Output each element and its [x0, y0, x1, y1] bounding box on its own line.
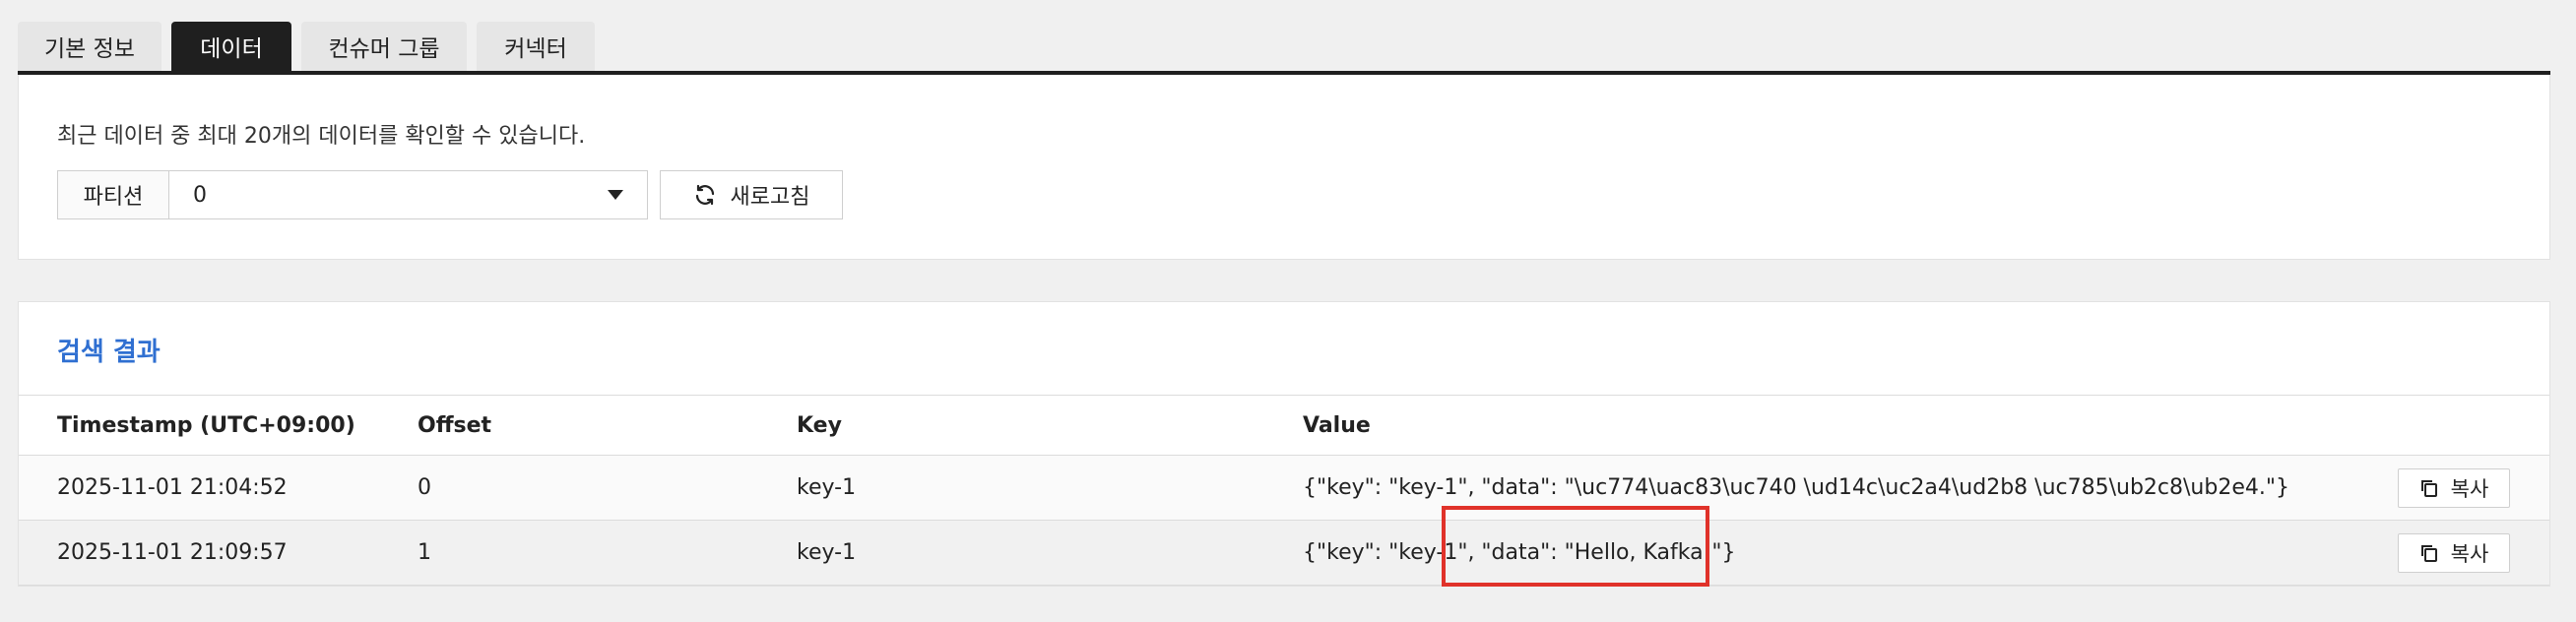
copy-button[interactable]: 복사 [2398, 468, 2510, 508]
table-header: Timestamp (UTC+09:00) Offset Key Value [19, 395, 2549, 456]
row-timestamp: 2025-11-01 21:09:57 [57, 540, 288, 565]
column-header-offset: Offset [418, 412, 492, 438]
tab-connector[interactable]: 커넥터 [477, 22, 595, 71]
tab-data[interactable]: 데이터 [171, 22, 291, 71]
table-row: 2025-11-01 21:09:57 1 key-1 {"key": "key… [19, 521, 2549, 586]
copy-label: 복사 [2450, 477, 2489, 501]
row-key: key-1 [797, 475, 857, 500]
row-value: {"key": "key-1", "data": "Hello, Kafka!"… [1303, 540, 1736, 565]
row-offset: 0 [418, 475, 431, 500]
partition-value: 0 [193, 182, 207, 208]
refresh-label: 새로고침 [730, 185, 810, 210]
row-offset: 1 [418, 540, 431, 565]
filter-panel: 최근 데이터 중 최대 20개의 데이터를 확인할 수 있습니다. 파티션 0 … [18, 75, 2550, 260]
copy-icon [2420, 545, 2437, 562]
caret-down-icon [608, 190, 623, 200]
row-timestamp: 2025-11-01 21:04:52 [57, 475, 288, 500]
partition-select[interactable]: 파티션 0 [57, 170, 648, 219]
tab-basic-info[interactable]: 기본 정보 [18, 22, 161, 71]
tab-consumer-group[interactable]: 컨슈머 그룹 [301, 22, 467, 71]
column-header-value: Value [1303, 412, 1371, 438]
refresh-icon [695, 184, 714, 206]
results-panel: 검색 결과 Timestamp (UTC+09:00) Offset Key V… [18, 301, 2550, 587]
copy-label: 복사 [2450, 542, 2489, 566]
partition-dropdown[interactable]: 0 [169, 171, 647, 218]
results-title: 검색 결과 [57, 338, 161, 367]
partition-label: 파티션 [58, 171, 169, 218]
column-header-key: Key [797, 412, 842, 438]
refresh-button[interactable]: 새로고침 [660, 170, 843, 219]
row-key: key-1 [797, 540, 857, 565]
copy-button[interactable]: 복사 [2398, 533, 2510, 573]
table-row: 2025-11-01 21:04:52 0 key-1 {"key": "key… [19, 456, 2549, 521]
copy-icon [2420, 480, 2437, 497]
column-header-timestamp: Timestamp (UTC+09:00) [57, 412, 355, 438]
tab-bar: 기본 정보 데이터 컨슈머 그룹 커넥터 [18, 22, 595, 71]
filter-description: 최근 데이터 중 최대 20개의 데이터를 확인할 수 있습니다. [57, 124, 586, 149]
row-value: {"key": "key-1", "data": "\uc774\uac83\u… [1303, 475, 2289, 500]
